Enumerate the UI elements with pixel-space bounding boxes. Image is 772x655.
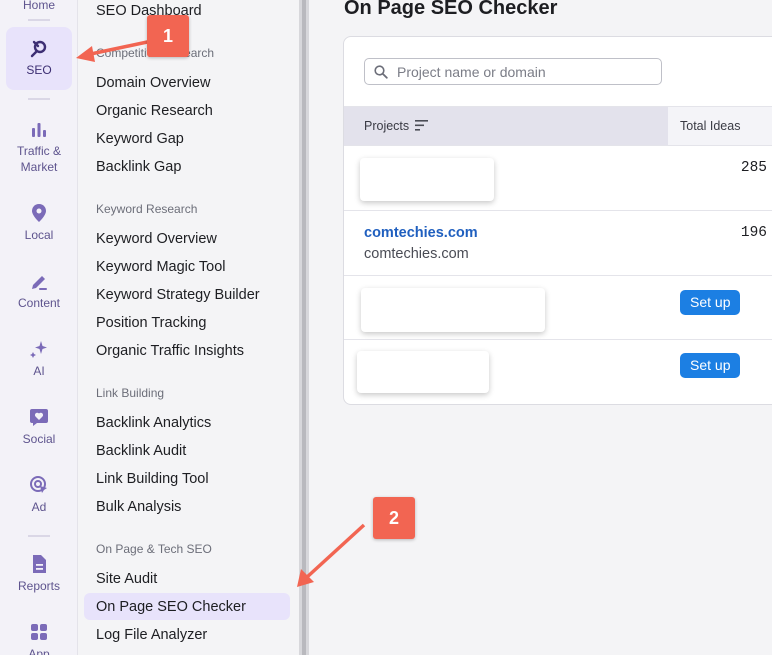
projects-card: Projects Total Ideas 285 comtechies.com … [343, 36, 772, 405]
nav-backlink-gap[interactable]: Backlink Gap [96, 159, 181, 175]
redacted-project-name [360, 158, 494, 201]
nav-heading-onpage: On Page & Tech SEO [96, 542, 212, 556]
nav-bulk-analysis[interactable]: Bulk Analysis [96, 499, 181, 515]
rail-app[interactable]: App [6, 622, 72, 655]
rail-local[interactable]: Local [6, 203, 72, 243]
nav-organic-research[interactable]: Organic Research [96, 103, 213, 119]
redacted-project-name [361, 288, 545, 332]
rail-divider [28, 98, 50, 100]
rail-content-label: Content [17, 296, 61, 310]
nav-position-tracking[interactable]: Position Tracking [96, 315, 206, 331]
total-ideas-count: 285 [740, 160, 767, 176]
annotation-badge-2: 2 [373, 497, 415, 539]
apps-grid-icon [31, 624, 47, 640]
column-header-total-ideas[interactable]: Total Ideas [680, 119, 740, 133]
rail-social-label: Social [22, 432, 56, 446]
column-projects-label: Projects [364, 119, 410, 133]
nav-backlink-audit[interactable]: Backlink Audit [96, 443, 186, 459]
rail-ai[interactable]: AI [6, 339, 72, 379]
project-name-link[interactable]: comtechies.com [364, 225, 478, 241]
set-up-button[interactable]: Set up [680, 353, 741, 378]
rail-traffic-label-1: Traffic & [16, 144, 61, 158]
rail-divider [28, 535, 50, 537]
page-title: On Page SEO Checker [344, 0, 558, 19]
search-icon [374, 65, 388, 79]
set-up-button[interactable]: Set up [680, 290, 741, 315]
nav-on-page-seo-checker[interactable]: On Page SEO Checker [96, 599, 246, 615]
nav-keyword-gap[interactable]: Keyword Gap [96, 131, 184, 147]
rail-divider [28, 19, 50, 21]
nav-backlink-analytics[interactable]: Backlink Analytics [96, 415, 211, 431]
rail-local-label: Local [24, 228, 54, 242]
nav-site-audit[interactable]: Site Audit [96, 571, 157, 587]
bar-chart-icon [32, 123, 46, 137]
map-pin-icon [32, 204, 46, 222]
rail-ai-label: AI [33, 364, 45, 378]
nav-log-file-analyzer[interactable]: Log File Analyzer [96, 627, 207, 643]
rail-reports[interactable]: Reports [6, 554, 72, 594]
rail-ad-label: Ad [31, 500, 47, 514]
rail-seo-label: SEO [26, 63, 52, 77]
rail-reports-label: Reports [17, 579, 61, 593]
document-icon [33, 555, 46, 573]
rail-traffic-label-2: Market [20, 160, 58, 174]
nav-organic-traffic-insights[interactable]: Organic Traffic Insights [96, 343, 244, 359]
seo-subnav: SEO Dashboard Competitive Research Domai… [78, 0, 300, 655]
rail-home-label: Home [22, 0, 55, 12]
redacted-project-name [357, 351, 489, 393]
table-row[interactable]: comtechies.com comtechies.com 196 [344, 211, 772, 276]
annotation-badge-1: 1 [147, 15, 189, 57]
project-domain: comtechies.com [364, 246, 469, 262]
heart-chat-icon [30, 409, 48, 426]
nav-keyword-magic-tool[interactable]: Keyword Magic Tool [96, 259, 226, 275]
rail-app-label: App [28, 647, 50, 655]
nav-heading-link-building: Link Building [96, 386, 165, 400]
rail-ad[interactable]: Ad [6, 475, 72, 515]
nav-link-building-tool[interactable]: Link Building Tool [96, 471, 209, 487]
total-ideas-count: 196 [740, 225, 767, 241]
pen-icon [32, 276, 47, 290]
sort-icon[interactable] [415, 120, 428, 131]
nav-keyword-overview[interactable]: Keyword Overview [96, 231, 217, 247]
nav-heading-keyword: Keyword Research [96, 202, 198, 216]
sidebar-scrollbar[interactable] [299, 0, 309, 655]
rail-content[interactable]: Content [6, 271, 72, 311]
search-input[interactable] [397, 62, 647, 81]
nav-keyword-strategy-builder[interactable]: Keyword Strategy Builder [96, 287, 260, 303]
table-row[interactable]: 285 [344, 146, 772, 211]
rail-seo[interactable]: SEO [6, 27, 72, 90]
product-rail: Home SEO Traffic & Market Local Content [0, 0, 78, 655]
target-cursor-icon [30, 476, 47, 493]
nav-domain-overview[interactable]: Domain Overview [96, 75, 210, 91]
rail-home[interactable]: Home [6, 0, 72, 13]
table-row[interactable]: Set up [344, 276, 772, 340]
seo-icon [30, 40, 47, 58]
sparkle-icon [30, 341, 47, 358]
search-box[interactable] [364, 58, 662, 85]
main-content: On Page SEO Checker Projects Total Ideas [309, 0, 772, 655]
rail-social[interactable]: Social [6, 407, 72, 447]
rail-traffic-market[interactable]: Traffic & Market [6, 119, 72, 175]
table-row[interactable]: Set up [344, 340, 772, 404]
table-header: Projects Total Ideas [344, 106, 772, 146]
column-header-projects[interactable]: Projects [344, 107, 668, 145]
